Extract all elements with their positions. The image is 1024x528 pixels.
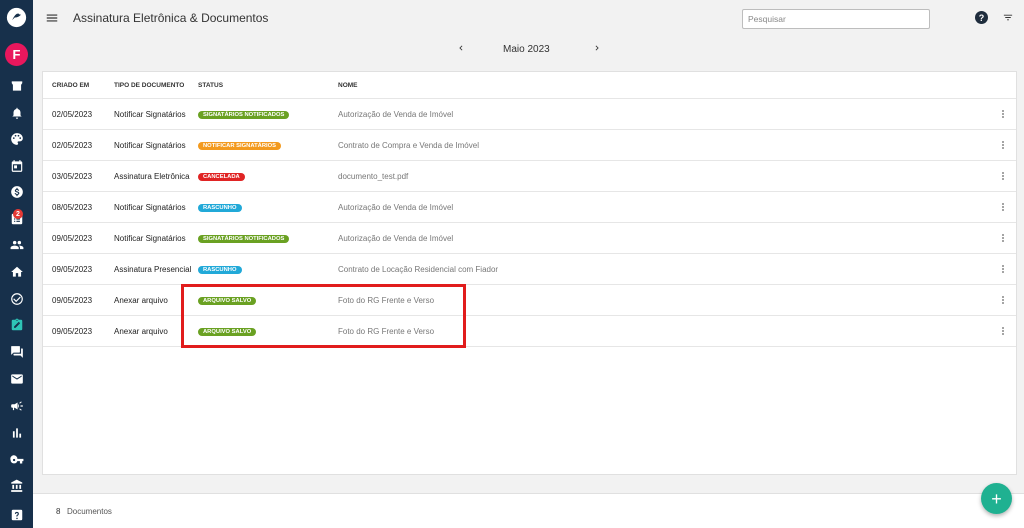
megaphone-icon[interactable] bbox=[7, 396, 26, 415]
help-sidebar-icon[interactable] bbox=[7, 505, 26, 524]
status-badge: CANCELADA bbox=[198, 173, 245, 181]
status-badge: RASCUNHO bbox=[198, 266, 242, 274]
document-count: 8 bbox=[56, 507, 61, 516]
document-name[interactable]: Autorização de Venda de Imóvel bbox=[338, 234, 453, 243]
filter-icon[interactable] bbox=[1002, 12, 1014, 23]
palette-icon[interactable] bbox=[7, 129, 26, 148]
add-document-button[interactable]: + bbox=[981, 483, 1012, 514]
document-type: Notificar Signatários bbox=[114, 110, 186, 119]
chevron-right-icon[interactable] bbox=[592, 43, 602, 53]
sidebar: F 2 bbox=[0, 0, 33, 528]
document-type: Assinatura Presencial bbox=[114, 265, 192, 274]
check-circle-icon[interactable] bbox=[7, 289, 26, 308]
search-input[interactable] bbox=[742, 9, 930, 29]
more-options-icon[interactable] bbox=[1000, 140, 1006, 152]
created-date: 09/05/2023 bbox=[52, 265, 93, 274]
help-icon[interactable]: ? bbox=[975, 11, 988, 24]
highlight-box bbox=[181, 284, 466, 348]
bank-icon[interactable] bbox=[7, 476, 26, 495]
document-name[interactable]: Contrato de Locação Residencial com Fiad… bbox=[338, 265, 498, 274]
top-bar: Assinatura Eletrônica & Documentos ? bbox=[33, 0, 1024, 38]
document-type: Notificar Signatários bbox=[114, 203, 186, 212]
users-icon[interactable] bbox=[7, 235, 26, 254]
column-header-status[interactable]: STATUS bbox=[198, 82, 223, 89]
notification-badge: 2 bbox=[13, 209, 23, 219]
table-row[interactable]: 02/05/2023 Notificar Signatários SIGNATÁRI… bbox=[43, 99, 1016, 130]
document-type: Notificar Signatários bbox=[114, 234, 186, 243]
more-options-icon[interactable] bbox=[1000, 264, 1006, 276]
more-options-icon[interactable] bbox=[1000, 202, 1006, 214]
status-badge: NOTIFICAR SIGNATÁRIOS bbox=[198, 142, 281, 150]
key-icon[interactable] bbox=[7, 450, 26, 469]
table-row[interactable]: 08/05/2023 Notificar Signatários RASCUNHO A… bbox=[43, 192, 1016, 223]
document-count-label: Documentos bbox=[67, 507, 112, 516]
document-name[interactable]: Autorização de Venda de Imóvel bbox=[338, 110, 453, 119]
chevron-left-icon[interactable] bbox=[456, 43, 466, 53]
store-icon[interactable] bbox=[7, 76, 26, 95]
page-title: Assinatura Eletrônica & Documentos bbox=[73, 11, 269, 25]
document-type: Assinatura Eletrônica bbox=[114, 172, 190, 181]
avatar[interactable]: F bbox=[5, 43, 28, 66]
document-type: Anexar arquivo bbox=[114, 296, 168, 305]
created-date: 09/05/2023 bbox=[52, 296, 93, 305]
document-name[interactable]: Contrato de Compra e Venda de Imóvel bbox=[338, 141, 479, 150]
chat-icon[interactable] bbox=[7, 342, 26, 361]
document-type: Notificar Signatários bbox=[114, 141, 186, 150]
month-navigator: Maio 2023 bbox=[33, 40, 1024, 58]
documents-table: CRIADO EM TIPO DE DOCUMENTO STATUS NOME … bbox=[42, 71, 1017, 475]
table-row[interactable]: 03/05/2023 Assinatura Eletrônica CANCELADA… bbox=[43, 161, 1016, 192]
calendar-icon[interactable] bbox=[7, 156, 26, 175]
column-header-type[interactable]: TIPO DE DOCUMENTO bbox=[114, 82, 184, 89]
table-row[interactable]: 09/05/2023 Assinatura Presencial RASCUNHO C… bbox=[43, 254, 1016, 285]
status-badge: RASCUNHO bbox=[198, 204, 242, 212]
more-options-icon[interactable] bbox=[1000, 295, 1006, 307]
created-date: 02/05/2023 bbox=[52, 141, 93, 150]
app-logo-icon[interactable] bbox=[6, 7, 27, 28]
more-options-icon[interactable] bbox=[1000, 171, 1006, 183]
created-date: 09/05/2023 bbox=[52, 234, 93, 243]
footer: 8 Documentos bbox=[33, 493, 1024, 528]
status-badge: SIGNATÁRIOS NOTIFICADOS bbox=[198, 235, 290, 243]
more-options-icon[interactable] bbox=[1000, 233, 1006, 245]
more-options-icon[interactable] bbox=[1000, 109, 1006, 121]
table-header: CRIADO EM TIPO DE DOCUMENTO STATUS NOME bbox=[43, 72, 1016, 99]
column-header-name[interactable]: NOME bbox=[338, 82, 358, 89]
table-row[interactable]: 02/05/2023 Notificar Signatários NOTIFICAR… bbox=[43, 130, 1016, 161]
status-badge: SIGNATÁRIOS NOTIFICADOS bbox=[198, 111, 290, 119]
month-label: Maio 2023 bbox=[503, 44, 550, 55]
home-icon[interactable] bbox=[7, 262, 26, 281]
created-date: 03/05/2023 bbox=[52, 172, 93, 181]
menu-icon[interactable] bbox=[45, 11, 59, 25]
more-options-icon[interactable] bbox=[1000, 326, 1006, 338]
table-row[interactable]: 09/05/2023 Notificar Signatários SIGNATÁRI… bbox=[43, 223, 1016, 254]
chart-icon[interactable] bbox=[7, 423, 26, 442]
created-date: 02/05/2023 bbox=[52, 110, 93, 119]
document-name[interactable]: documento_test.pdf bbox=[338, 172, 408, 181]
created-date: 08/05/2023 bbox=[52, 203, 93, 212]
document-name[interactable]: Autorização de Venda de Imóvel bbox=[338, 203, 453, 212]
created-date: 09/05/2023 bbox=[52, 327, 93, 336]
document-type: Anexar arquivo bbox=[114, 327, 168, 336]
mail-icon[interactable] bbox=[7, 369, 26, 388]
bell-icon[interactable] bbox=[7, 103, 26, 122]
column-header-created[interactable]: CRIADO EM bbox=[52, 82, 89, 89]
signature-icon[interactable] bbox=[7, 315, 26, 334]
dollar-icon[interactable] bbox=[7, 182, 26, 201]
